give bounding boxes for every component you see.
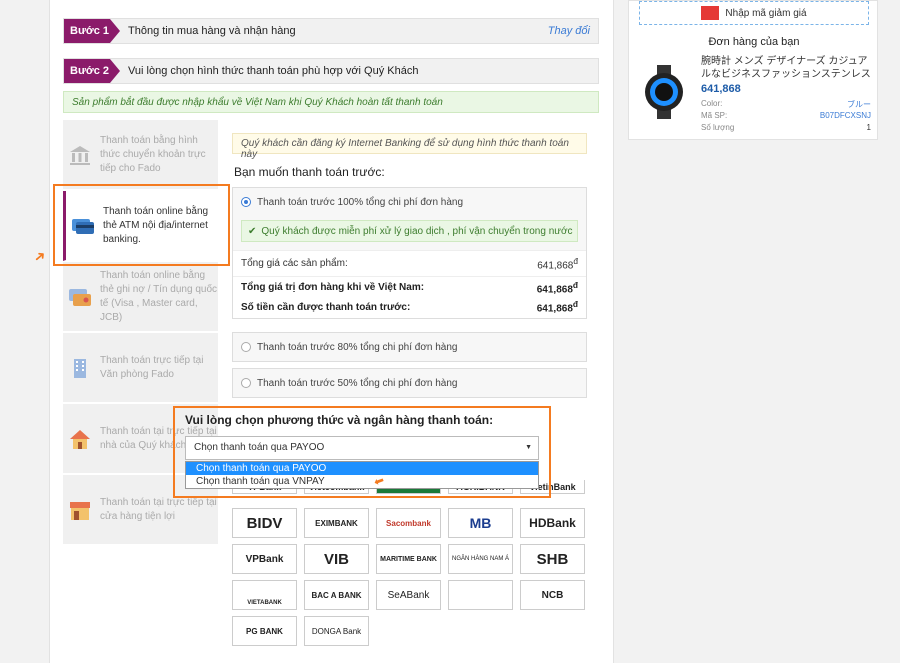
product-price: 641,868 xyxy=(701,83,741,95)
bank-logo[interactable]: VIB xyxy=(304,544,369,574)
prepay-amount-label: Số tiền cần được thanh toán trước: xyxy=(241,301,411,313)
bank-logo[interactable]: MARITIME BANK xyxy=(376,544,441,574)
bank-logo[interactable]: NGÂN HÀNG NAM Á xyxy=(448,544,513,574)
bank-select-section: Vui lòng chọn phương thức và ngân hàng t… xyxy=(173,406,551,498)
bank-select-title: Vui lòng chọn phương thức và ngân hàng t… xyxy=(185,413,494,427)
prepay-100-option[interactable]: Thanh toán trước 100% tổng chi phí đơn h… xyxy=(233,188,586,216)
office-building-icon xyxy=(74,358,86,378)
selected-gateway: Chọn thanh toán qua PAYOO xyxy=(194,442,325,453)
coupon-label: Nhập mã giảm giá xyxy=(725,7,807,19)
prepay-80-option[interactable]: Thanh toán trước 80% tổng chi phí đơn hà… xyxy=(233,333,586,361)
radio-selected[interactable] xyxy=(241,197,251,207)
prepay-100-box: Thanh toán trước 100% tổng chi phí đơn h… xyxy=(232,187,587,319)
total-vn-value: 641,868 xyxy=(536,284,573,296)
prepay-50-box: Thanh toán trước 50% tổng chi phí đơn hà… xyxy=(232,368,587,398)
order-title: Đơn hàng của bạn xyxy=(708,36,800,48)
currency: đ xyxy=(572,299,578,310)
step-1-title: Thông tin mua hàng và nhận hàng xyxy=(128,25,296,37)
bank-logo[interactable]: BAC A BANK xyxy=(304,580,369,610)
internet-banking-hint: Quý khách cần đăng ký Internet Banking đ… xyxy=(232,133,587,160)
sku-row: Mã SP: B07DFCXSNJ xyxy=(701,111,871,120)
method-bank-transfer[interactable]: Thanh toán bằng hình thức chuyển khoản t… xyxy=(63,120,218,190)
qty-value: 1 xyxy=(866,123,871,132)
color-value: ブルー xyxy=(847,100,871,109)
step-1-bar: Bước 1 Thông tin mua hàng và nhận hàng T… xyxy=(63,18,599,44)
currency: đ xyxy=(573,255,578,266)
caret-down-icon: ▼ xyxy=(525,444,532,451)
change-link[interactable]: Thay đổi xyxy=(548,25,598,37)
step-2-badge: Bước 2 xyxy=(64,59,120,83)
bank-logo[interactable]: SHB xyxy=(520,544,585,574)
step-1-badge: Bước 1 xyxy=(64,19,120,43)
bank-logo[interactable]: BIDV xyxy=(232,508,297,538)
total-vn-label: Tổng giá trị đơn hàng khi về Việt Nam: xyxy=(241,282,425,293)
bank-logo[interactable]: DONGA Bank xyxy=(304,616,369,646)
prepay-80-box: Thanh toán trước 80% tổng chi phí đơn hà… xyxy=(232,332,587,362)
sku-value: B07DFCXSNJ xyxy=(819,111,871,120)
order-summary: Nhập mã giảm giá Đơn hàng của bạn 腕時計 メン… xyxy=(628,0,878,140)
bank-logo[interactable]: Sacombank xyxy=(376,508,441,538)
bank-logo[interactable]: HDBank xyxy=(520,508,585,538)
bank-logo[interactable]: VIETABANK xyxy=(232,580,297,610)
bank-building-icon xyxy=(70,145,90,165)
bank-logo[interactable]: VPBank xyxy=(232,544,297,574)
qty-label: Số lượng xyxy=(701,123,735,132)
sku-label: Mã SP: xyxy=(701,111,728,120)
product-watch-image xyxy=(645,65,683,119)
method-intl-card[interactable]: Thanh toán online bằng thẻ ghi nợ / Tín … xyxy=(63,262,218,332)
payment-gateway-select[interactable]: Chọn thanh toán qua PAYOO ▼ xyxy=(185,436,539,460)
prepay-amount-value: 641,868 xyxy=(536,303,573,315)
gateway-dropdown: Chọn thanh toán qua PAYOO Chọn thanh toá… xyxy=(185,461,539,489)
qty-row: Số lượng 1 xyxy=(701,123,871,132)
color-label: Color: xyxy=(701,99,723,108)
prepay-50-option[interactable]: Thanh toán trước 50% tổng chi phí đơn hà… xyxy=(233,369,586,397)
radio-unselected[interactable] xyxy=(241,342,251,352)
gift-icon xyxy=(701,6,720,20)
bank-logo[interactable] xyxy=(448,580,513,610)
total-vn-row: Tổng giá trị đơn hàng khi về Việt Nam: 6… xyxy=(233,276,586,298)
method-label: Thanh toán bằng hình thức chuyển khoản t… xyxy=(100,134,206,174)
bank-logo[interactable]: PG BANK xyxy=(232,616,297,646)
step-2-title: Vui lòng chọn hình thức thanh toán phù h… xyxy=(128,65,419,77)
prepay-title: Bạn muốn thanh toán trước: xyxy=(234,165,385,179)
product-name[interactable]: 腕時計 メンズ デザイナーズ カジュアルなビジネスファッションステンレス xyxy=(701,55,871,81)
prepay-80-label: Thanh toán trước 80% tổng chi phí đơn hà… xyxy=(257,341,458,353)
prepay-100-label: Thanh toán trước 100% tổng chi phí đơn h… xyxy=(257,196,464,208)
free-fee-text: Quý khách được miễn phí xử lý giao dịch … xyxy=(261,225,573,237)
method-label: Thanh toán trực tiếp tại Văn phòng Fado xyxy=(100,354,204,380)
bank-logo[interactable]: NCB xyxy=(520,580,585,610)
bank-logo[interactable]: MB xyxy=(448,508,513,538)
house-icon xyxy=(70,429,90,449)
coupon-button[interactable]: Nhập mã giảm giá xyxy=(639,1,869,25)
arrow-icon: ➜ xyxy=(29,246,50,267)
checkout-panel: Bước 1 Thông tin mua hàng và nhận hàng T… xyxy=(49,0,614,663)
import-notice: Sản phẩm bắt đầu được nhập khẩu về Việt … xyxy=(63,91,599,113)
method-office[interactable]: Thanh toán trực tiếp tại Văn phòng Fado xyxy=(63,333,218,403)
prepay-amount-row: Số tiền cần được thanh toán trước: 641,8… xyxy=(233,298,586,318)
option-payoo[interactable]: Chọn thanh toán qua PAYOO xyxy=(186,462,538,475)
bank-logo[interactable]: SeABank xyxy=(376,580,441,610)
highlight-atm-method xyxy=(53,184,230,266)
radio-unselected[interactable] xyxy=(241,378,251,388)
currency: đ xyxy=(572,279,578,290)
free-fee-note: ✔ Quý khách được miễn phí xử lý giao dịc… xyxy=(241,220,578,242)
store-icon xyxy=(70,501,90,520)
check-icon: ✔ xyxy=(248,225,257,237)
option-vnpay[interactable]: Chọn thanh toán qua VNPAY xyxy=(186,475,538,488)
step-2-bar: Bước 2 Vui lòng chọn hình thức thanh toá… xyxy=(63,58,599,84)
total-products-value: 641,868 xyxy=(537,260,574,272)
total-products-row: Tổng giá các sản phẩm: 641,868đ xyxy=(233,250,586,276)
bank-logo[interactable]: EXIMBANK xyxy=(304,508,369,538)
total-products-label: Tổng giá các sản phẩm: xyxy=(241,258,348,269)
method-label: Thanh toán online bằng thẻ ghi nợ / Tín … xyxy=(100,269,218,323)
method-label: Thanh toán tại trực tiếp tại cửa hàng ti… xyxy=(100,496,217,522)
color-row: Color: ブルー xyxy=(701,99,871,110)
credit-card-icon xyxy=(69,288,91,306)
prepay-50-label: Thanh toán trước 50% tổng chi phí đơn hà… xyxy=(257,377,458,389)
